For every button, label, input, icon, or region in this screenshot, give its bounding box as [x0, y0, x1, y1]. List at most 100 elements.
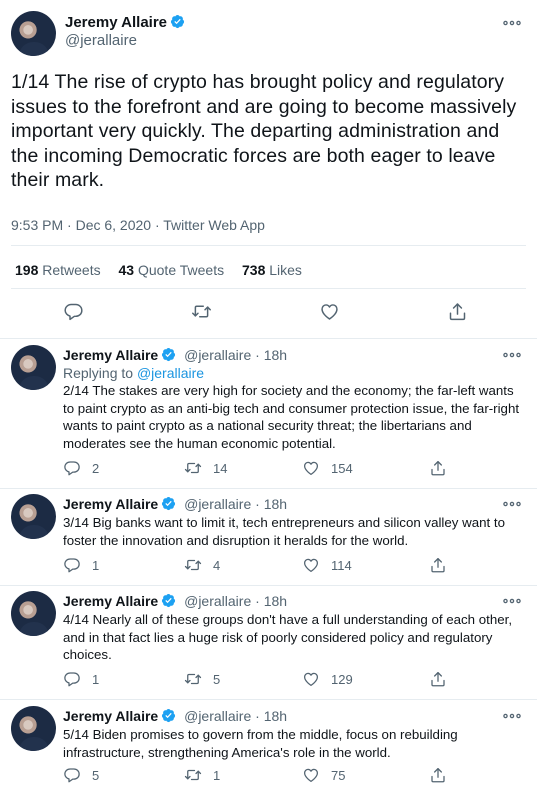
- more-dots-icon[interactable]: [502, 348, 522, 360]
- more-dots-icon[interactable]: [502, 16, 522, 28]
- divider: [0, 338, 537, 339]
- likes-count: 738: [242, 262, 266, 278]
- heart-icon: [302, 670, 320, 688]
- tweet-time[interactable]: 18h: [264, 496, 287, 512]
- retweets-stat[interactable]: 198 Retweets: [15, 262, 101, 278]
- reply-bubble-icon: [63, 459, 81, 477]
- reply-count: 1: [92, 671, 100, 687]
- verified-badge-icon: [170, 14, 185, 29]
- divider: [0, 585, 537, 586]
- heart-icon: [302, 556, 320, 574]
- retweet-arrows-icon: [184, 556, 202, 574]
- tweet-time[interactable]: 18h: [264, 347, 287, 363]
- verified-badge-icon: [161, 347, 176, 362]
- likes-label: Likes: [269, 262, 302, 278]
- reply-button[interactable]: 2: [63, 459, 99, 477]
- author-handle[interactable]: @jerallaire: [65, 32, 137, 49]
- more-dots-icon[interactable]: [502, 497, 522, 509]
- reply-button[interactable]: 5: [63, 766, 99, 784]
- more-dots-icon[interactable]: [502, 594, 522, 606]
- reply-bubble-icon: [63, 670, 81, 688]
- heart-icon: [302, 459, 320, 477]
- retweet-count: 4: [213, 557, 221, 573]
- tweet-timestamp[interactable]: 9:53 PM · Dec 6, 2020 · Twitter Web App: [11, 217, 265, 233]
- like-count: 75: [331, 767, 346, 783]
- retweet-arrows-icon: [191, 301, 212, 322]
- share-upload-icon: [429, 766, 447, 784]
- share-upload-icon: [447, 301, 468, 322]
- author-handle[interactable]: @jerallaire: [184, 593, 251, 609]
- tweet-header: Jeremy Allaire @jerallaire · 18h: [63, 708, 288, 724]
- reply-bubble-icon: [63, 556, 81, 574]
- avatar[interactable]: [11, 345, 56, 390]
- heart-icon: [319, 301, 340, 322]
- quotes-count: 43: [118, 262, 135, 278]
- share-button[interactable]: [447, 301, 468, 322]
- tweet-time[interactable]: 18h: [264, 708, 287, 724]
- author-name[interactable]: Jeremy Allaire: [63, 708, 158, 724]
- avatar[interactable]: [11, 591, 56, 636]
- author-handle[interactable]: @jerallaire: [184, 496, 251, 512]
- reply-button[interactable]: 1: [63, 556, 99, 574]
- retweet-button[interactable]: 5: [184, 670, 220, 688]
- retweet-button[interactable]: 4: [184, 556, 220, 574]
- like-button[interactable]: 129: [302, 670, 353, 688]
- retweet-arrows-icon: [184, 766, 202, 784]
- reply-count: 1: [92, 557, 100, 573]
- share-button[interactable]: [429, 556, 447, 574]
- retweet-button[interactable]: 14: [184, 459, 227, 477]
- author-handle[interactable]: @jerallaire: [184, 347, 251, 363]
- share-upload-icon: [429, 459, 447, 477]
- share-button[interactable]: [429, 459, 447, 477]
- retweet-count: 14: [213, 460, 228, 476]
- reply-button[interactable]: [63, 301, 84, 322]
- more-dots-icon[interactable]: [502, 709, 522, 721]
- author-handle[interactable]: @jerallaire: [184, 708, 251, 724]
- retweet-button[interactable]: [191, 301, 212, 322]
- like-button[interactable]: 154: [302, 459, 353, 477]
- tweet-action-bar: 5 1 75: [0, 766, 537, 790]
- like-button[interactable]: 75: [302, 766, 345, 784]
- verified-badge-icon: [161, 496, 176, 511]
- tweet-text: 2/14 The stakes are very high for societ…: [63, 383, 520, 451]
- tweet-stats: 198 Retweets 43 Quote Tweets 738 Likes: [15, 262, 316, 278]
- replying-prefix: Replying to: [63, 365, 134, 381]
- main-action-bar: [0, 301, 537, 325]
- reply-bubble-icon: [63, 766, 81, 784]
- author-name[interactable]: Jeremy Allaire: [65, 14, 167, 31]
- tweet-header: Jeremy Allaire @jerallaire · 18h: [63, 496, 288, 512]
- tweet-action-bar: 2 14 154: [0, 459, 537, 483]
- retweet-count: 5: [213, 671, 221, 687]
- heart-icon: [302, 766, 320, 784]
- share-button[interactable]: [429, 670, 447, 688]
- replying-to-link[interactable]: @jerallaire: [137, 365, 204, 381]
- avatar[interactable]: [11, 706, 56, 751]
- share-upload-icon: [429, 556, 447, 574]
- retweets-count: 198: [15, 262, 39, 278]
- quotes-stat[interactable]: 43 Quote Tweets: [119, 262, 225, 278]
- divider: [11, 245, 526, 246]
- tweet-text: 3/14 Big banks want to limit it, tech en…: [63, 515, 505, 548]
- divider: [0, 488, 537, 489]
- share-upload-icon: [429, 670, 447, 688]
- tweet-header: Jeremy Allaire @jerallaire · 18h: [63, 593, 288, 609]
- tweet-text: 5/14 Biden promises to govern from the m…: [63, 727, 458, 760]
- likes-stat[interactable]: 738 Likes: [242, 262, 302, 278]
- tweet-header: Jeremy Allaire @jerallaire · 18h: [63, 347, 288, 363]
- author-name[interactable]: Jeremy Allaire: [63, 593, 158, 609]
- avatar[interactable]: [11, 11, 56, 56]
- like-button[interactable]: [319, 301, 340, 322]
- tweet-time[interactable]: 18h: [264, 593, 287, 609]
- share-button[interactable]: [429, 766, 447, 784]
- tweet-action-bar: 1 4 114: [0, 556, 537, 580]
- tweet-text: 1/14 The rise of crypto has brought poli…: [11, 71, 517, 191]
- author-name[interactable]: Jeremy Allaire: [63, 347, 158, 363]
- like-button[interactable]: 114: [302, 556, 352, 574]
- avatar[interactable]: [11, 494, 56, 539]
- retweet-button[interactable]: 1: [184, 766, 220, 784]
- reply-button[interactable]: 1: [63, 670, 99, 688]
- like-count: 154: [331, 460, 353, 476]
- retweet-arrows-icon: [184, 670, 202, 688]
- divider: [11, 288, 526, 289]
- author-name[interactable]: Jeremy Allaire: [63, 496, 158, 512]
